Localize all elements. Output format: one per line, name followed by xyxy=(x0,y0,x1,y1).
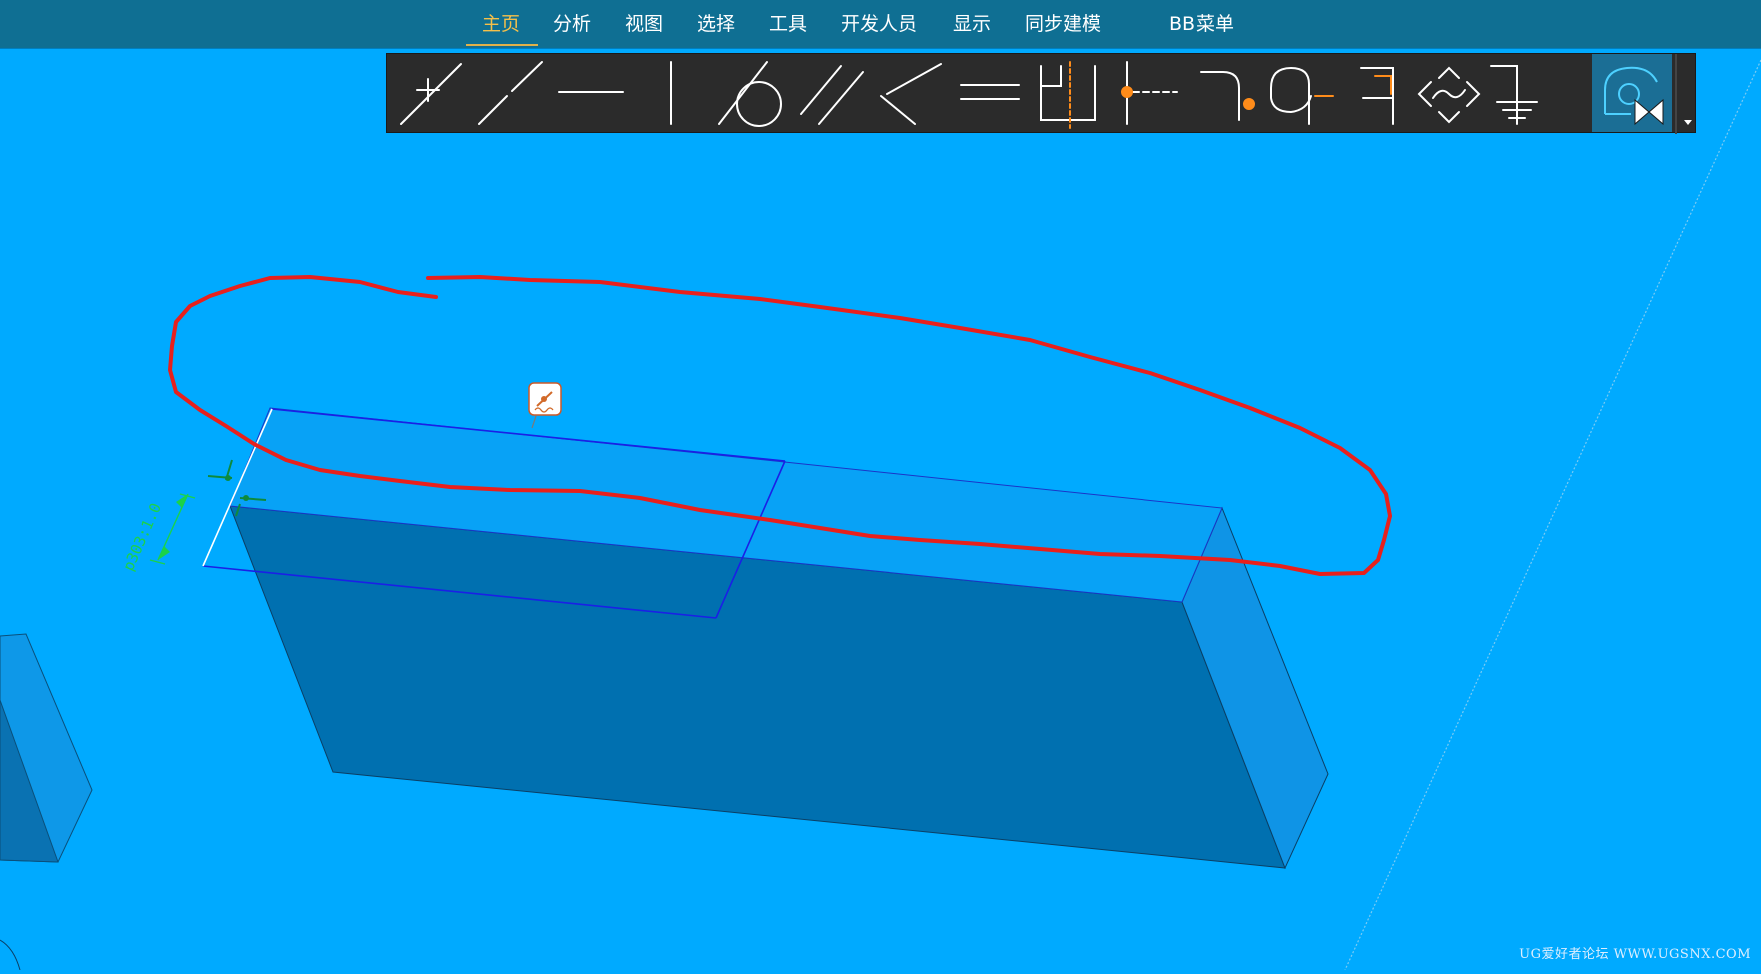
wave-sketch-icon[interactable] xyxy=(1417,66,1481,124)
tangent-icon[interactable] xyxy=(718,61,782,127)
offset-icon[interactable] xyxy=(1360,67,1394,125)
fixed-end-icon[interactable] xyxy=(1200,71,1255,121)
tab-home[interactable]: 主页 xyxy=(482,0,520,48)
forum-watermark: UG爱好者论坛 WWW.UGSNX.COM xyxy=(1519,947,1751,962)
tab-synchronous-modeling[interactable]: 同步建模 xyxy=(1025,0,1101,48)
partial-block-left[interactable] xyxy=(0,633,93,863)
collinear-icon[interactable] xyxy=(478,61,543,125)
tab-tools[interactable]: 工具 xyxy=(769,0,807,48)
ribbon-menubar: 主页 分析 视图 选择 工具 开发人员 显示 同步建模 BB 菜单 xyxy=(0,0,1761,48)
symmetric-icon[interactable] xyxy=(1040,61,1096,129)
dimension-annotation[interactable]: p303:1.0 xyxy=(119,493,196,574)
concentric-icon[interactable] xyxy=(1270,66,1334,125)
parallel-icon[interactable] xyxy=(800,65,864,125)
sketch-constraint-toolbar xyxy=(386,53,1696,134)
tab-developer[interactable]: 开发人员 xyxy=(841,0,917,48)
point-on-curve-icon[interactable] xyxy=(1121,61,1178,125)
tab-view[interactable]: 视图 xyxy=(625,0,663,48)
tab-bb[interactable]: BB xyxy=(1169,0,1195,48)
sketch-constraint-badge-icon[interactable] xyxy=(528,382,562,429)
viewport-corner-arc xyxy=(0,939,21,971)
active-sketch-constraint-icon[interactable] xyxy=(1592,54,1672,132)
perpendicular-constraint-icon[interactable] xyxy=(400,63,462,125)
dropdown-arrow-icon[interactable] xyxy=(1684,120,1692,125)
ground-icon[interactable] xyxy=(1490,65,1538,125)
angle-icon[interactable] xyxy=(880,63,942,125)
tab-display[interactable]: 显示 xyxy=(953,0,991,48)
tab-analysis[interactable]: 分析 xyxy=(553,0,591,48)
equal-length-icon[interactable] xyxy=(960,84,1020,100)
solid-block[interactable] xyxy=(229,407,1329,870)
tab-select[interactable]: 选择 xyxy=(697,0,735,48)
active-tab-underline xyxy=(466,44,538,46)
graphics-viewport[interactable]: p303:1.0 xyxy=(0,0,1761,974)
background-edge-line xyxy=(1344,59,1761,971)
tab-menu[interactable]: 菜单 xyxy=(1196,0,1234,48)
